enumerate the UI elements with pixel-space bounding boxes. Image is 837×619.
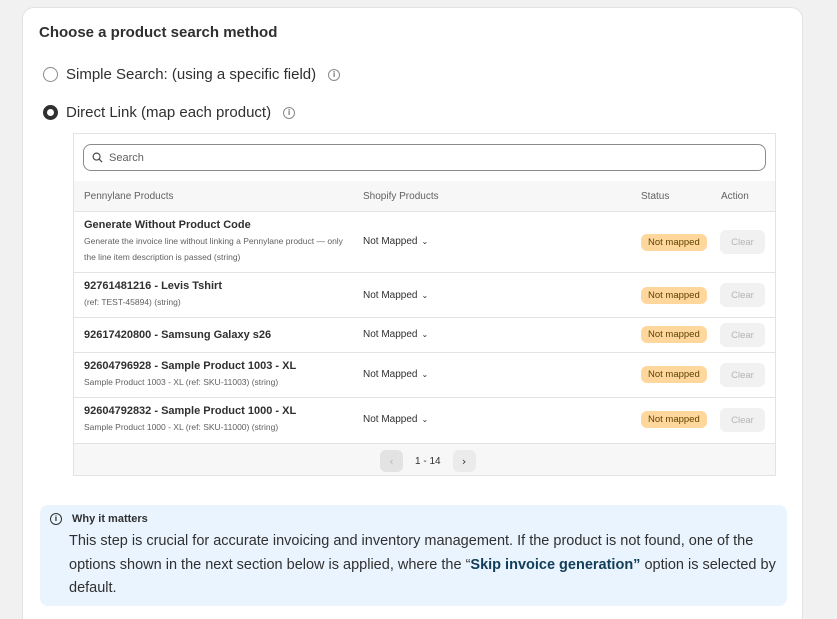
shopify-product-select[interactable]: Not Mapped ⌄ xyxy=(363,414,428,425)
section-title: Choose a product search method xyxy=(39,24,278,41)
shopify-product-select[interactable]: Not Mapped ⌄ xyxy=(363,236,428,247)
table-header: Pennylane Products Shopify Products Stat… xyxy=(74,181,775,212)
product-name: 92604796928 - Sample Product 1003 - XL xyxy=(84,360,297,372)
info-icon[interactable]: i xyxy=(328,68,341,81)
banner-title: Why it matters xyxy=(72,513,148,525)
chevron-down-icon: ⌄ xyxy=(421,291,429,300)
column-header-status: Status xyxy=(641,191,670,202)
banner-text: This step is crucial for accurate invoic… xyxy=(69,530,784,601)
chevron-left-icon[interactable]: ‹ xyxy=(380,450,403,472)
clear-button[interactable]: Clear xyxy=(720,323,765,347)
product-name: 92761481216 - Levis Tshirt xyxy=(84,280,222,292)
product-description: Generate the invoice line without linkin… xyxy=(84,236,343,262)
shopify-product-select[interactable]: Not Mapped ⌄ xyxy=(363,290,428,301)
column-header-pennylane: Pennylane Products xyxy=(84,191,174,202)
radio-button[interactable] xyxy=(43,67,58,82)
radio-option-simple-search[interactable]: Simple Search: (using a specific field) … xyxy=(43,66,341,83)
pagination-bar: ‹ 1 - 14 › xyxy=(74,444,775,475)
radio-label: Direct Link (map each product) xyxy=(66,104,272,121)
product-name: 92617420800 - Samsung Galaxy s26 xyxy=(84,329,272,341)
settings-card: Choose a product search method Simple Se… xyxy=(22,7,803,619)
shopify-product-select[interactable]: Not Mapped ⌄ xyxy=(363,369,428,380)
select-value: Not Mapped xyxy=(363,290,418,301)
radio-button-checked[interactable] xyxy=(43,105,58,120)
info-icon: i xyxy=(50,513,62,525)
table-row: Generate Without Product Code Generate t… xyxy=(74,212,775,273)
product-name: Generate Without Product Code xyxy=(84,219,251,231)
product-description: Sample Product 1000 - XL (ref: SKU-11000… xyxy=(84,422,279,432)
select-value: Not Mapped xyxy=(363,369,418,380)
chevron-right-icon[interactable]: › xyxy=(452,450,476,472)
table-row: 92761481216 - Levis Tshirt (ref: TEST-45… xyxy=(74,273,775,318)
status-badge: Not mapped xyxy=(641,234,707,251)
column-header-shopify: Shopify Products xyxy=(363,191,439,202)
clear-button[interactable]: Clear xyxy=(720,408,765,432)
table-row: 92617420800 - Samsung Galaxy s26 Not Map… xyxy=(74,318,775,353)
banner-header: i Why it matters xyxy=(50,513,148,525)
status-badge: Not mapped xyxy=(641,411,707,428)
shopify-product-select[interactable]: Not Mapped ⌄ xyxy=(363,329,428,340)
chevron-down-icon: ⌄ xyxy=(421,415,429,424)
select-value: Not Mapped xyxy=(363,414,418,425)
product-name: 92604792832 - Sample Product 1000 - XL xyxy=(84,405,297,417)
search-input[interactable] xyxy=(109,151,709,164)
pagination: ‹ 1 - 14 › xyxy=(380,450,476,472)
clear-button[interactable]: Clear xyxy=(720,230,765,254)
status-badge: Not mapped xyxy=(641,366,707,383)
chevron-down-icon: ⌄ xyxy=(421,330,429,339)
product-mapping-table: Pennylane Products Shopify Products Stat… xyxy=(73,133,776,476)
clear-button[interactable]: Clear xyxy=(720,283,765,307)
status-badge: Not mapped xyxy=(641,287,707,304)
select-value: Not Mapped xyxy=(363,236,418,247)
column-header-action: Action xyxy=(721,191,749,202)
search-field[interactable] xyxy=(83,144,766,171)
search-icon xyxy=(92,152,103,163)
chevron-down-icon: ⌄ xyxy=(421,237,429,246)
table-row: 92604792832 - Sample Product 1000 - XL S… xyxy=(74,398,775,444)
chevron-down-icon: ⌄ xyxy=(421,370,429,379)
page-range-label: 1 - 14 xyxy=(415,455,441,467)
radio-option-direct-link[interactable]: Direct Link (map each product) i xyxy=(43,104,296,121)
product-description: (ref: TEST-45894) (string) xyxy=(84,297,181,307)
select-value: Not Mapped xyxy=(363,329,418,340)
table-row: 92604796928 - Sample Product 1003 - XL S… xyxy=(74,353,775,398)
info-icon[interactable]: i xyxy=(283,106,296,119)
product-description: Sample Product 1003 - XL (ref: SKU-11003… xyxy=(84,377,279,387)
status-badge: Not mapped xyxy=(641,326,707,343)
why-it-matters-banner: i Why it matters This step is crucial fo… xyxy=(40,505,787,606)
clear-button[interactable]: Clear xyxy=(720,363,765,387)
banner-highlight: Skip invoice generation” xyxy=(470,556,641,573)
radio-label: Simple Search: (using a specific field) xyxy=(66,66,317,83)
